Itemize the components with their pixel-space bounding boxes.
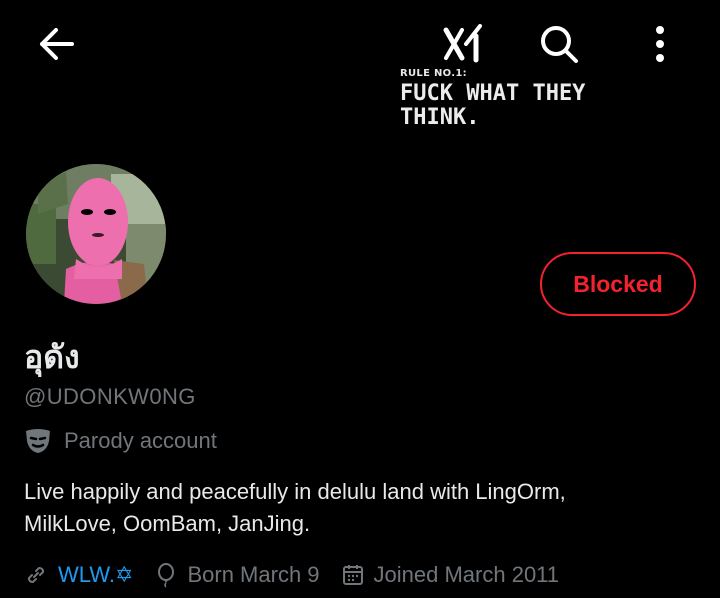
bio: Live happily and peacefully in delulu la…: [24, 479, 566, 536]
profile-meta: WLW.✡ Born March 9 Joined March 2011: [24, 562, 581, 588]
arrow-left-icon: [40, 28, 74, 60]
search-button[interactable]: [534, 20, 584, 68]
search-icon: [541, 26, 578, 63]
calendar-icon: [342, 565, 363, 585]
blocked-button[interactable]: Blocked: [540, 252, 696, 316]
parody-label-text: Parody account: [64, 428, 217, 453]
more-vertical-icon: [656, 26, 664, 62]
more-options-button[interactable]: [636, 20, 684, 68]
avatar-image: [26, 164, 166, 304]
avatar[interactable]: [24, 162, 168, 306]
joined-item: Joined March 2011: [342, 562, 560, 588]
xai-grok-icon: [443, 24, 482, 63]
parody-label: Parody account: [24, 428, 217, 454]
balloon-icon: [158, 563, 175, 588]
website-link[interactable]: WLW.✡: [58, 562, 133, 588]
grok-button[interactable]: [440, 20, 488, 68]
banner-headline: FUCK WHAT THEY THINK.: [400, 81, 586, 130]
website-item[interactable]: WLW.✡: [24, 562, 133, 588]
joined-text: Joined March 2011: [373, 562, 560, 587]
link-icon: [27, 566, 45, 584]
birthday-item: Born March 9: [155, 562, 320, 588]
user-handle: @UDONKW0NG: [24, 384, 196, 409]
theater-mask-icon: [26, 429, 50, 453]
birthday-text: Born March 9: [187, 562, 320, 587]
banner-small-text: RULE NO.1:: [400, 68, 467, 79]
back-button[interactable]: [30, 22, 82, 66]
display-name: อุดัง: [24, 338, 80, 376]
